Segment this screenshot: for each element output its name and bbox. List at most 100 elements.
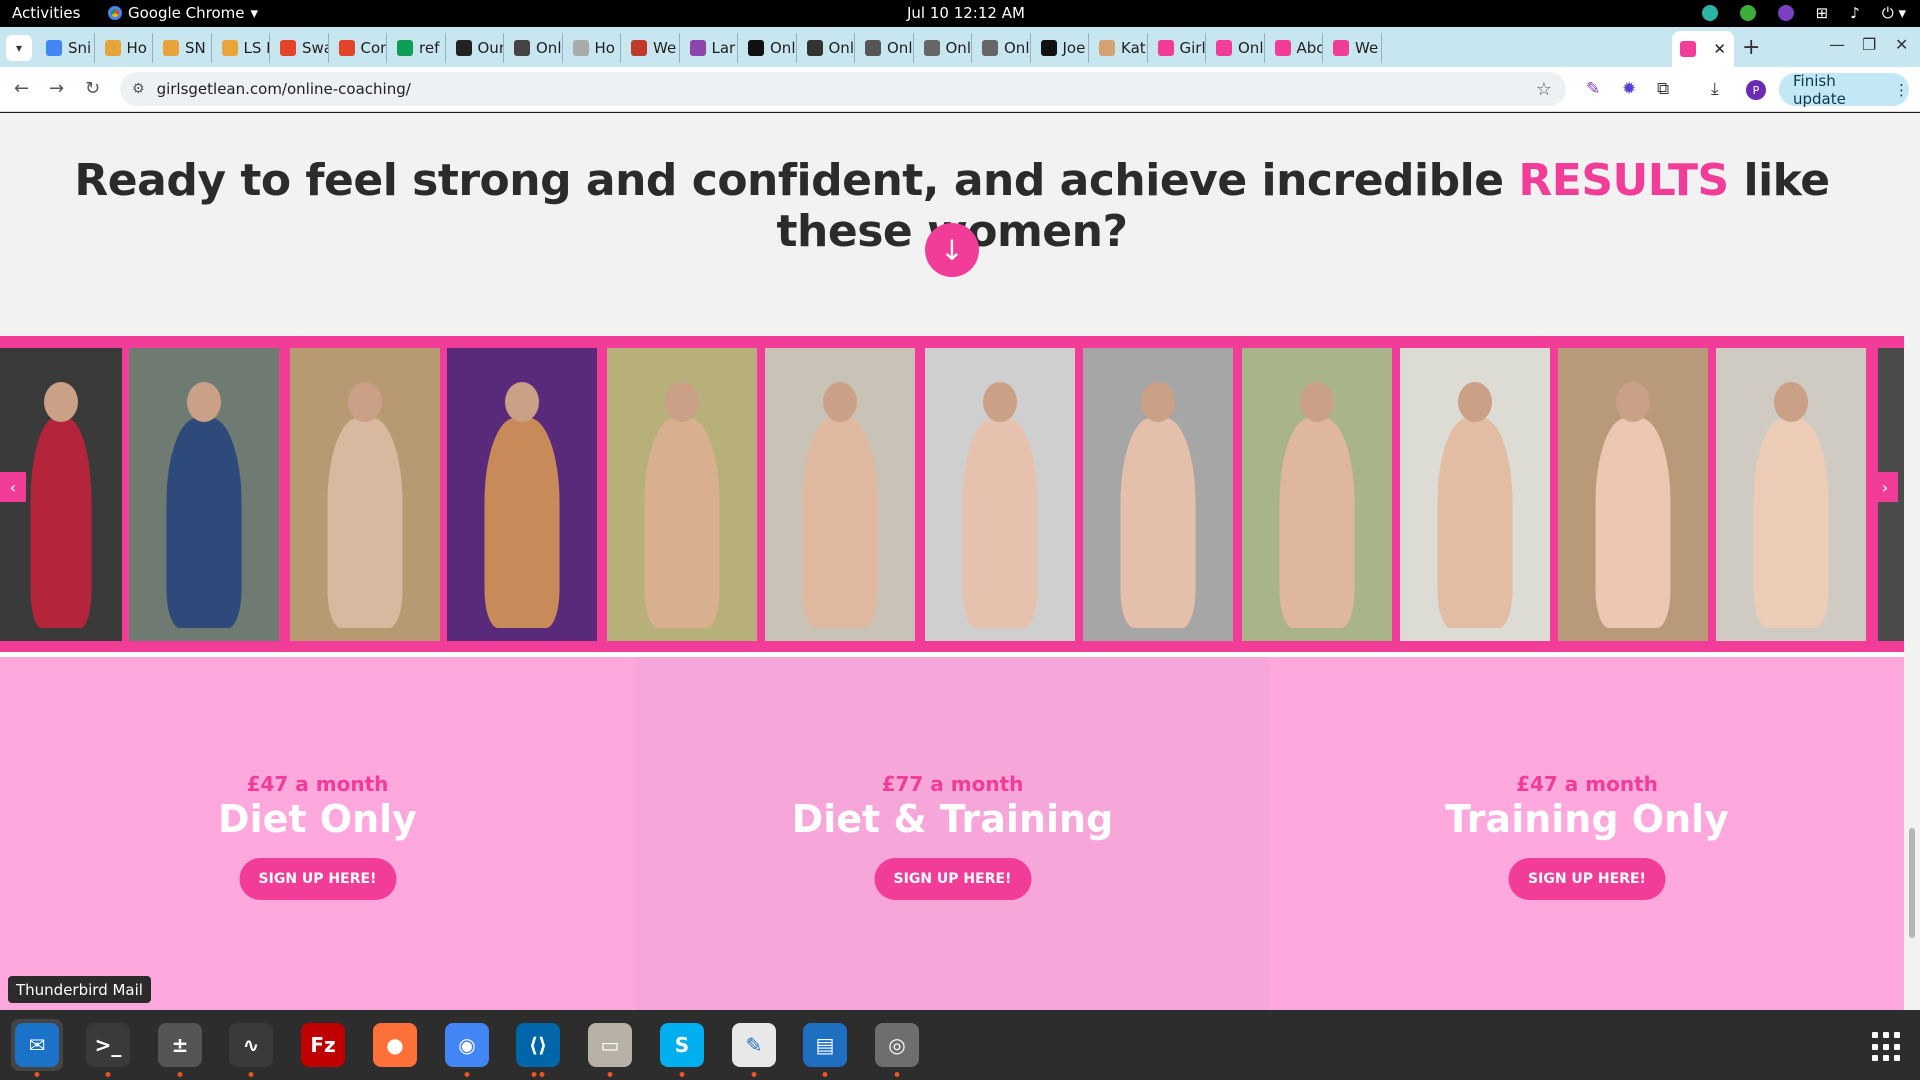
extensions-puzzle-icon[interactable]: ⧉ — [1657, 79, 1669, 99]
favicon-icon — [1333, 40, 1349, 56]
dock-glyph: S — [660, 1023, 704, 1067]
result-photo — [1083, 348, 1233, 641]
files-icon[interactable]: ▭ — [584, 1019, 636, 1077]
tab[interactable]: Onl — [506, 33, 563, 63]
terminal-icon[interactable]: >_ — [82, 1019, 134, 1077]
address-bar[interactable]: ⚙ girlsgetlean.com/online-coaching/ ☆ — [120, 72, 1566, 106]
gallery-photos — [0, 348, 1904, 641]
sync-icon[interactable] — [1701, 5, 1718, 21]
disc-icon[interactable]: ◎ — [871, 1019, 923, 1077]
extension-icon[interactable] — [1777, 5, 1794, 21]
system-tray[interactable]: ⊞ ♪ ⏻ ▾ — [1701, 4, 1906, 22]
back-icon[interactable]: ← — [14, 78, 29, 99]
gallery-prev-button[interactable]: ‹ — [0, 472, 26, 502]
result-photo — [290, 348, 440, 641]
writer-icon[interactable]: ▤ — [799, 1019, 851, 1077]
activities-button[interactable]: Activities — [12, 4, 80, 22]
photo-figure-head — [348, 382, 382, 422]
favicon-icon — [1216, 40, 1232, 56]
download-icon[interactable]: ⤓ — [1711, 79, 1719, 99]
tab[interactable]: Onl — [916, 33, 972, 63]
sign-up-button[interactable]: SIGN UP HERE! — [874, 858, 1031, 900]
calculator-icon[interactable]: ± — [154, 1019, 206, 1077]
pen-extension-icon[interactable]: ✎ — [1586, 79, 1600, 99]
vscode-icon[interactable]: ⟨⟩ — [512, 1019, 564, 1077]
chrome-icon — [108, 6, 122, 20]
thunderbird-icon[interactable]: ✉ — [11, 1019, 63, 1077]
app-menu[interactable]: Google Chrome ▾ — [108, 4, 258, 22]
tab[interactable]: Our — [448, 33, 504, 63]
photo-figure-head — [1300, 382, 1334, 422]
profile-avatar[interactable]: P — [1746, 80, 1766, 100]
url-text[interactable]: girlsgetlean.com/online-coaching/ — [157, 80, 411, 98]
new-tab-button[interactable]: + — [1742, 35, 1760, 60]
tab[interactable]: Con — [331, 33, 387, 63]
sign-up-button[interactable]: SIGN UP HERE! — [239, 858, 396, 900]
tab[interactable]: Onl — [740, 33, 797, 63]
tab[interactable]: Onl — [974, 33, 1031, 63]
check-icon[interactable] — [1739, 5, 1756, 21]
system-top-bar: Activities Google Chrome ▾ Jul 10 12:12 … — [0, 0, 1920, 27]
forward-icon[interactable]: → — [49, 78, 64, 99]
tab[interactable]: ref — [389, 33, 446, 63]
tab[interactable]: LS F — [214, 33, 270, 63]
tab[interactable]: Abo — [1267, 33, 1323, 63]
tab[interactable]: Onl — [857, 33, 914, 63]
site-info-icon[interactable]: ⚙ — [132, 81, 145, 97]
tab[interactable]: We — [623, 33, 680, 63]
photo-figure-head — [187, 382, 221, 422]
tab-active[interactable]: ✕ — [1672, 31, 1734, 67]
reload-icon[interactable]: ↻ — [85, 78, 100, 99]
tab[interactable]: Onl — [1208, 33, 1265, 63]
close-tab-icon[interactable]: ✕ — [1713, 40, 1726, 58]
restore-icon[interactable]: ❐ — [1862, 35, 1876, 54]
tab[interactable]: Sni — [38, 33, 95, 63]
tab-label: Kat — [1121, 39, 1146, 57]
favicon-icon — [104, 40, 121, 56]
close-window-icon[interactable]: ✕ — [1895, 35, 1908, 54]
tab[interactable]: SN — [155, 33, 212, 63]
tab-label: Lar — [711, 39, 736, 57]
tab-label: We — [1355, 39, 1379, 57]
arrow-down-icon[interactable]: ↓ — [925, 223, 979, 277]
show-apps-icon[interactable] — [1872, 1032, 1902, 1062]
scrollbar-thumb[interactable] — [1909, 828, 1915, 938]
tab[interactable]: Girl — [1150, 33, 1206, 63]
volume-icon[interactable]: ♪ — [1850, 4, 1860, 22]
text-editor-icon[interactable]: ✎ — [728, 1019, 780, 1077]
favicon-icon — [748, 40, 764, 56]
tab[interactable]: Ho — [565, 33, 621, 63]
gear-extension-icon[interactable]: ✹ — [1622, 79, 1636, 99]
tab[interactable]: We — [1325, 33, 1382, 63]
sign-up-button[interactable]: SIGN UP HERE! — [1508, 858, 1666, 900]
tab[interactable]: Swa — [272, 33, 329, 63]
clock[interactable]: Jul 10 12:12 AM — [907, 4, 1025, 22]
tab[interactable]: Joe — [1033, 33, 1089, 63]
running-indicator — [822, 1072, 828, 1077]
result-photo — [129, 348, 279, 641]
firefox-icon[interactable]: ● — [369, 1019, 421, 1071]
photo-figure — [802, 418, 878, 628]
tab[interactable]: Lar — [682, 33, 738, 63]
minimize-icon[interactable]: — — [1829, 35, 1845, 54]
filezilla-icon[interactable]: Fz — [297, 1019, 349, 1071]
network-icon[interactable]: ⊞ — [1816, 4, 1829, 22]
power-icon[interactable]: ⏻ ▾ — [1882, 4, 1906, 22]
page-scrollbar[interactable] — [1904, 113, 1920, 1010]
skype-icon[interactable]: S — [656, 1019, 708, 1077]
system-monitor-icon[interactable]: ∿ — [225, 1019, 277, 1077]
tab[interactable]: Ho — [97, 33, 153, 63]
photo-figure — [30, 418, 92, 628]
finish-update-button[interactable]: Finish update ⋮ — [1779, 72, 1909, 108]
tab-label: Onl — [887, 39, 913, 57]
bookmark-star-icon[interactable]: ☆ — [1536, 79, 1552, 100]
result-photo — [1242, 348, 1392, 641]
gallery-next-button[interactable]: › — [1872, 472, 1898, 502]
chrome-icon[interactable]: ◉ — [441, 1019, 493, 1077]
more-menu-icon[interactable]: ⋮ — [1894, 81, 1909, 99]
favicon-icon — [1157, 40, 1174, 56]
tab[interactable]: Onl — [799, 33, 855, 63]
dock-tooltip: Thunderbird Mail — [8, 976, 151, 1003]
tab[interactable]: Kat — [1091, 33, 1148, 63]
tab-search-button[interactable]: ▾ — [6, 35, 32, 61]
